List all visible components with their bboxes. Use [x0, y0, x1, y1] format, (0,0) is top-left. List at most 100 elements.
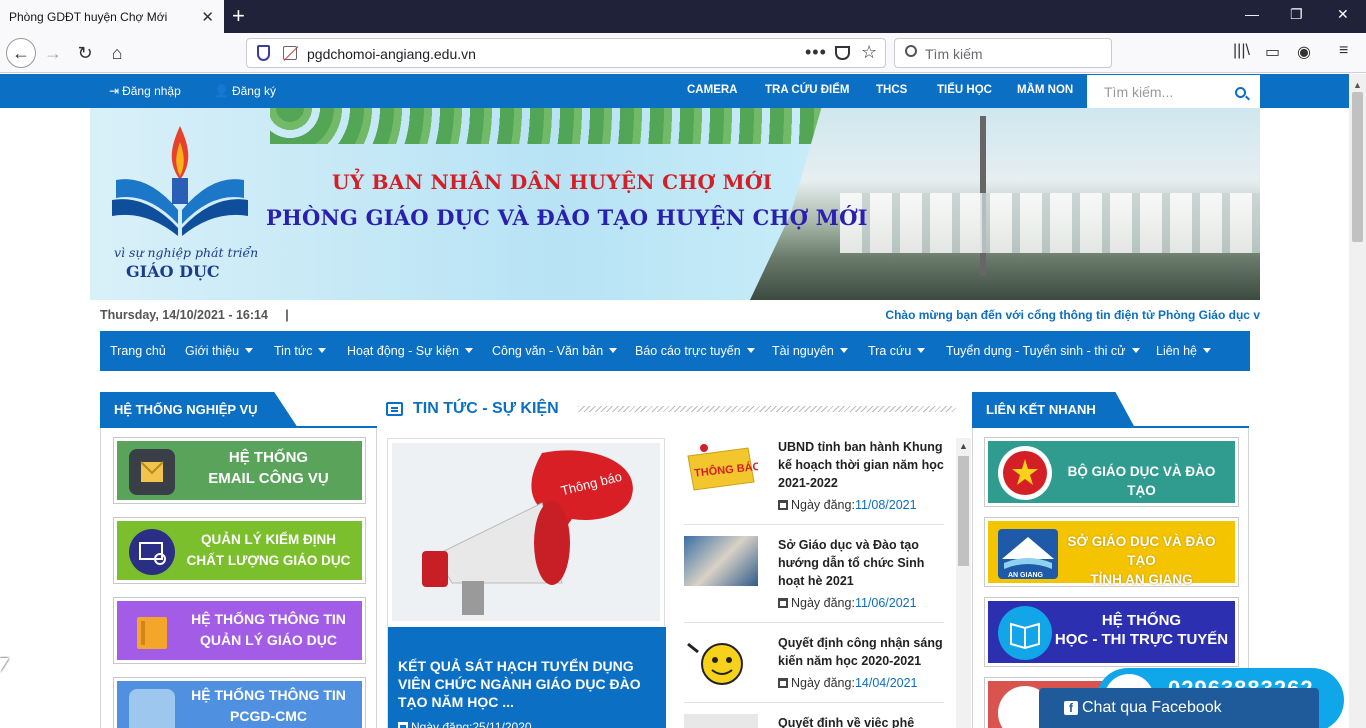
library-icon[interactable]: |||\	[1233, 42, 1250, 60]
scroll-up-icon[interactable]: ▲	[959, 441, 968, 451]
news-section-title[interactable]: TIN TỨC - SỰ KIỆN	[413, 400, 559, 418]
news-title[interactable]: UBND tỉnh ban hành Khung kế hoạch thời g…	[778, 438, 948, 492]
nav-cong-van[interactable]: Công văn - Văn bản	[492, 344, 618, 358]
nav-tai-nguyen[interactable]: Tài nguyên	[772, 344, 848, 358]
nav-tin-tuc[interactable]: Tin tức	[274, 344, 327, 358]
nav-bao-cao[interactable]: Báo cáo trực tuyến	[635, 344, 755, 358]
news-list: THÔNG BÁO UBND tỉnh ban hành Khung kế ho…	[684, 438, 971, 728]
main-nav: Trang chủ Giới thiệu Tin tức Hoạt động -…	[100, 331, 1250, 371]
bo-gddt-label: BỘ GIÁO DỤC VÀ ĐÀO TẠO	[1067, 464, 1216, 498]
news-list-scrollbar[interactable]: ▲	[956, 438, 971, 728]
top-nav-camera[interactable]: CAMERA	[687, 84, 737, 96]
browser-tab-strip: Phòng GDĐT huyện Chợ Mới ✕ + — ❐ ✕	[0, 0, 1366, 33]
browser-search-input[interactable]: Tìm kiếm	[894, 38, 1112, 68]
so-gddt-link[interactable]: AN GIANG SỞ GIÁO DỤC VÀ ĐÀO TẠO TỈNH AN G…	[984, 517, 1239, 587]
register-label: Đăng ký	[231, 84, 276, 98]
nav-lien-he[interactable]: Liên hệ	[1156, 344, 1212, 358]
logo-text: GIÁO DỤC	[126, 262, 220, 281]
news-thumb[interactable]	[684, 536, 758, 586]
forward-icon[interactable]: →	[40, 40, 66, 66]
top-nav-mam-non[interactable]: MẦM NON	[1017, 84, 1073, 96]
national-emblem-icon	[998, 446, 1052, 500]
url-text[interactable]: pgdchomoi-angiang.edu.vn	[307, 46, 476, 62]
restore-icon[interactable]: ❐	[1290, 6, 1303, 23]
hoc-thi-truc-tuyen-link[interactable]: HỆ THỐNG HỌC - THI TRỰC TUYẾN	[984, 597, 1239, 667]
calendar-icon	[778, 500, 788, 510]
url-bar[interactable]: pgdchomoi-angiang.edu.vn ••• ☆	[246, 38, 886, 68]
so-gddt-label: SỞ GIÁO DỤC VÀ ĐÀO TẠO TỈNH AN GIANG	[1067, 534, 1216, 587]
back-icon[interactable]: ←	[6, 38, 36, 68]
page-scroll-thumb[interactable]	[1352, 92, 1363, 242]
news-thumb[interactable]	[684, 714, 758, 728]
banner-title-ubnd: UỶ BAN NHÂN DÂN HUYỆN CHỢ MỚI	[332, 170, 773, 194]
scroll-up-icon[interactable]: ▲	[1353, 80, 1362, 90]
bo-gddt-link[interactable]: BỘ GIÁO DỤC VÀ ĐÀO TẠO	[984, 437, 1239, 507]
search-icon	[905, 45, 917, 57]
chevron-down-icon	[609, 348, 618, 353]
chevron-down-icon	[746, 348, 755, 353]
top-nav-tieu-hoc[interactable]: TIỂU HỌC	[937, 84, 992, 96]
login-link[interactable]: ⇥ Đăng nhập	[109, 84, 181, 98]
nav-hoat-dong[interactable]: Hoạt động - Sự kiện	[347, 344, 473, 358]
insecure-lock-icon[interactable]	[283, 46, 297, 60]
news-date: Ngày đăng:14/04/2021	[778, 676, 918, 690]
nav-trang-chu[interactable]: Trang chủ	[110, 344, 166, 358]
facebook-icon: f	[1064, 701, 1078, 715]
page-scrollbar[interactable]: ▲	[1349, 74, 1366, 728]
site-search-placeholder: Tìm kiếm...	[1104, 84, 1174, 100]
chevron-down-icon	[917, 348, 926, 353]
tracking-shield-icon[interactable]	[257, 45, 270, 61]
qlgd-button[interactable]: HỆ THỐNG THÔNG TIN QUẢN LÝ GIÁO DỤC	[113, 597, 366, 664]
account-icon[interactable]: ◉	[1297, 42, 1311, 62]
facebook-chat-label: Chat qua Facebook	[1082, 699, 1222, 716]
browser-tab[interactable]: Phòng GDĐT huyện Chợ Mới ✕	[0, 0, 224, 33]
site-search-icon[interactable]	[1235, 87, 1246, 98]
welcome-marquee: Chào mừng bạn đến với cổng thông tin điệ…	[885, 308, 1260, 322]
news-thumb[interactable]	[684, 634, 758, 685]
bookmark-star-icon[interactable]: ☆	[861, 42, 877, 63]
reload-icon[interactable]: ↻	[72, 40, 98, 66]
header-stripes	[578, 406, 956, 412]
register-link[interactable]: 👤 Đăng ký	[214, 84, 276, 98]
minimize-icon[interactable]: —	[1245, 6, 1259, 22]
nav-gioi-thieu[interactable]: Giới thiệu	[185, 344, 254, 358]
facebook-chat-button[interactable]: f Chat qua Facebook	[1039, 688, 1319, 728]
nav-tuyen-dung[interactable]: Tuyển dụng - Tuyển sinh - thi cử	[946, 344, 1140, 358]
nav-tra-cuu[interactable]: Tra cứu	[868, 344, 926, 358]
calendar-icon	[398, 722, 408, 728]
email-cong-vu-button[interactable]: HỆ THỐNG EMAIL CÔNG VỤ	[113, 437, 366, 504]
close-tab-icon[interactable]: ✕	[201, 8, 214, 26]
top-nav-thcs[interactable]: THCS	[876, 84, 907, 96]
top-nav-tra-cuu-diem[interactable]: TRA CỨU ĐIỂM	[765, 84, 850, 96]
right-box-header: LIÊN KẾT NHANH	[972, 392, 1249, 428]
featured-title[interactable]: KẾT QUẢ SÁT HẠCH TUYỂN DỤNG VIÊN CHỨC NG…	[398, 657, 656, 711]
news-thumb[interactable]: THÔNG BÁO	[684, 438, 762, 491]
window-close-icon[interactable]: ✕	[1337, 6, 1349, 23]
site-search-input[interactable]: Tìm kiếm...	[1087, 75, 1260, 108]
site-banner: vì sự nghiệp phát triển GIÁO DỤC UỶ BAN …	[90, 108, 1260, 300]
page-actions-icon[interactable]: •••	[805, 42, 827, 63]
news-title[interactable]: Sở Giáo dục và Đào tạo hướng dẫn tổ chức…	[778, 536, 948, 590]
pcgd-button[interactable]: HỆ THỐNG THÔNG TIN PCGD-CMC	[113, 677, 366, 728]
menu-icon[interactable]: ≡	[1339, 42, 1348, 60]
featured-news[interactable]: Thông báo KẾT QUẢ SÁT HẠCH TUYỂN DỤNG VI…	[387, 438, 666, 728]
news-title[interactable]: Quyết định công nhận sáng kiến năm học 2…	[778, 634, 948, 670]
pocket-icon[interactable]	[835, 46, 850, 60]
right-box-title: LIÊN KẾT NHANH	[972, 392, 1135, 428]
kiem-dinh-button[interactable]: QUẢN LÝ KIỂM ĐỊNH CHẤT LƯỢNG GIÁO DỤC	[113, 517, 366, 584]
home-icon[interactable]: ⌂	[104, 40, 130, 66]
pcgd-logo-icon	[129, 689, 175, 728]
banner-photo	[750, 108, 1260, 300]
chevron-down-icon	[318, 348, 327, 353]
date-bar: Thursday, 14/10/2021 - 16:14 | Chào mừng…	[90, 300, 1260, 332]
news-scroll-thumb[interactable]	[958, 456, 969, 566]
new-tab-icon[interactable]: +	[232, 4, 245, 28]
news-separator	[684, 622, 944, 623]
featured-caption: KẾT QUẢ SÁT HẠCH TUYỂN DỤNG VIÊN CHỨC NG…	[388, 627, 666, 728]
certificate-icon	[129, 529, 175, 575]
browser-search-placeholder: Tìm kiếm	[925, 46, 983, 62]
news-title[interactable]: Quyết định về việc phê duyệt	[778, 714, 948, 728]
featured-image[interactable]: Thông báo	[392, 443, 660, 621]
banner-title-pgd: PHÒNG GIÁO DỤC VÀ ĐÀO TẠO HUYỆN CHỢ MỚI	[266, 205, 868, 230]
sidebar-icon[interactable]: ▭	[1265, 42, 1280, 62]
